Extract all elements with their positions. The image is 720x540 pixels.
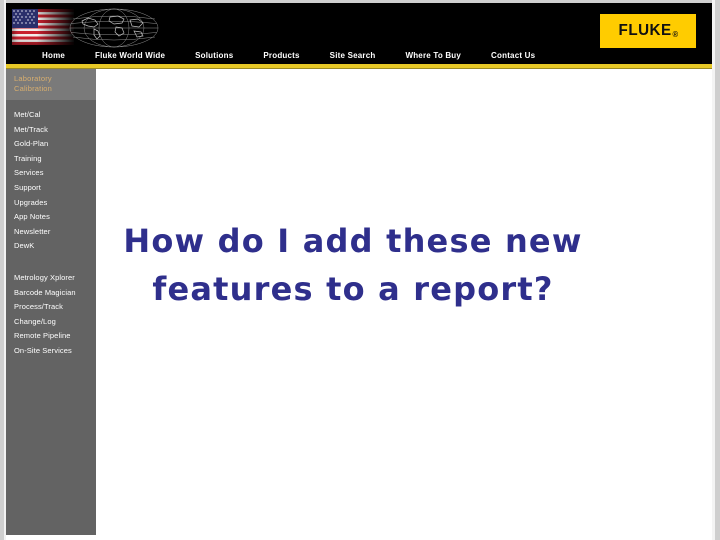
sidebar-item-support[interactable]: Support — [6, 181, 96, 196]
sidebar-item-dewk[interactable]: DewK — [6, 239, 96, 254]
wireframe-globe-icon — [69, 8, 159, 48]
page-title-line-1: How do I add these new — [123, 222, 583, 260]
registered-trademark-icon: ® — [672, 30, 679, 39]
sidebar-item-barcode-magician[interactable]: Barcode Magician — [6, 286, 96, 301]
site-header: FLUKE® Home Fluke World Wide Solutions P… — [6, 3, 712, 64]
nav-item-contact-us[interactable]: Contact Us — [491, 51, 535, 60]
sidebar-item-metcal[interactable]: Met/Cal — [6, 108, 96, 123]
sidebar-item-metrology-xplorer[interactable]: Metrology Xplorer — [6, 271, 96, 286]
sidebar-group-software: Metrology Xplorer Barcode Magician Proce… — [6, 271, 96, 359]
page-title: How do I add these new features to a rep… — [96, 217, 610, 313]
usa-flag-globe-banner-icon — [12, 7, 164, 49]
fluke-logo-text: FLUKE — [618, 22, 672, 39]
fluke-logo[interactable]: FLUKE® — [600, 14, 696, 48]
sidebar-item-on-site-services[interactable]: On-Site Services — [6, 344, 96, 359]
sidebar-group-products: Met/Cal Met/Track Gold-Plan Training Ser… — [6, 108, 96, 254]
sidebar-item-gold-plan[interactable]: Gold-Plan — [6, 137, 96, 152]
nav-item-fluke-world-wide[interactable]: Fluke World Wide — [95, 51, 165, 60]
sidebar-section-heading: Laboratory Calibration — [6, 69, 96, 100]
main-content-area: How do I add these new features to a rep… — [96, 69, 712, 540]
nav-item-home[interactable]: Home — [42, 51, 65, 60]
fluke-wordmark: FLUKE® — [618, 22, 679, 40]
sidebar-item-process-track[interactable]: Process/Track — [6, 300, 96, 315]
sidebar-heading-line-1: Laboratory — [14, 74, 52, 83]
sidebar-heading-line-2: Calibration — [14, 84, 53, 93]
nav-item-site-search[interactable]: Site Search — [330, 51, 376, 60]
sidebar-item-services[interactable]: Services — [6, 166, 96, 181]
sidebar-item-training[interactable]: Training — [6, 152, 96, 167]
sidebar-item-newsletter[interactable]: Newsletter — [6, 225, 96, 240]
sidebar-item-remote-pipeline[interactable]: Remote Pipeline — [6, 329, 96, 344]
nav-item-products[interactable]: Products — [263, 51, 299, 60]
nav-item-where-to-buy[interactable]: Where To Buy — [405, 51, 461, 60]
window-frame-right — [715, 0, 720, 540]
page-title-line-2: features to a report? — [152, 270, 554, 308]
primary-navigation: Home Fluke World Wide Solutions Products… — [6, 47, 712, 64]
window-frame-right-inner — [712, 0, 715, 540]
slide-canvas: FLUKE® Home Fluke World Wide Solutions P… — [0, 0, 720, 540]
nav-item-solutions[interactable]: Solutions — [195, 51, 233, 60]
sidebar-item-change-log[interactable]: Change/Log — [6, 315, 96, 330]
sidebar-item-upgrades[interactable]: Upgrades — [6, 196, 96, 211]
sidebar-item-mettrack[interactable]: Met/Track — [6, 123, 96, 138]
sidebar-navigation: Laboratory Calibration Met/Cal Met/Track… — [6, 69, 96, 535]
sidebar-item-app-notes[interactable]: App Notes — [6, 210, 96, 225]
